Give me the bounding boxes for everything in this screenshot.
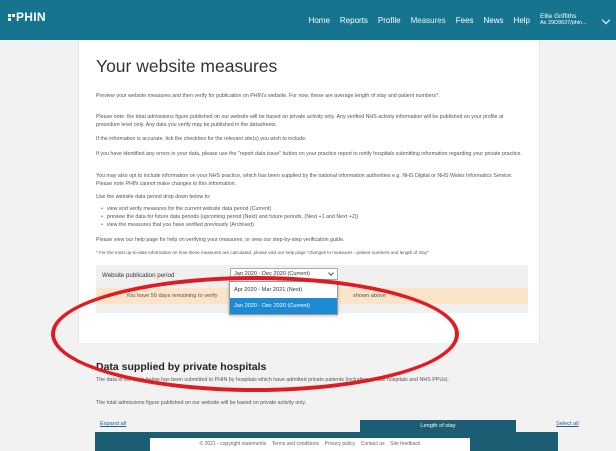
- phin-logo[interactable]: PHIN: [8, 11, 46, 23]
- nav-reports[interactable]: Reports: [340, 16, 368, 25]
- footer-feedback-link[interactable]: Site feedback: [390, 441, 420, 447]
- report-issue-paragraph: If you have identified any errors in you…: [96, 151, 522, 157]
- footer: © 2021 - copyright statements Terms and …: [150, 438, 470, 451]
- nhs-practice-paragraph: You may also opt to include information …: [96, 173, 513, 187]
- period-dropdown-menu: Apr 2020 - Mar 2021 (Next) Jan 2020 - De…: [229, 281, 338, 315]
- warning-suffix-text: shown above: [353, 293, 386, 299]
- nav-home[interactable]: Home: [309, 16, 330, 25]
- user-name: Ellie Griffiths: [540, 13, 577, 20]
- help-page-text[interactable]: Please view our help page for help on ve…: [96, 236, 526, 244]
- user-account-id: As 29D9637/phin...: [540, 20, 587, 26]
- length-of-stay-header: Length of stay: [360, 420, 516, 432]
- list-item: view the measures that you have verified…: [101, 221, 521, 229]
- nav-fees[interactable]: Fees: [456, 16, 474, 25]
- calculation-note[interactable]: * For the most up-to-date information on…: [96, 249, 526, 257]
- phin-logo-icon: [8, 14, 15, 23]
- select-all-link[interactable]: Select all: [556, 421, 579, 427]
- selected-period: Jan 2020 - Dec 2020 (Current): [234, 271, 310, 277]
- page-title: Your website measures: [96, 56, 278, 76]
- nav-measures[interactable]: Measures: [411, 16, 446, 25]
- user-menu[interactable]: Ellie Griffiths As 29D9637/phin...: [540, 13, 587, 27]
- checkbox-instruction-paragraph: If the information is accurate, tick the…: [96, 136, 307, 142]
- period-option-next[interactable]: Apr 2020 - Mar 2021 (Next): [230, 282, 337, 298]
- expand-all-link[interactable]: Expand all: [100, 421, 126, 427]
- list-item: preview the data for future data periods…: [101, 213, 521, 221]
- private-hospitals-title: Data supplied by private hospitals: [96, 361, 267, 373]
- publication-period-select[interactable]: Jan 2020 - Dec 2020 (Current): [230, 268, 338, 280]
- footer-copyright[interactable]: © 2021 - copyright statements: [200, 441, 267, 447]
- main-nav: Home Reports Profile Measures Fees News …: [299, 0, 530, 40]
- nav-news[interactable]: News: [484, 16, 504, 25]
- admissions-note-paragraph: Please note: the total admissions figure…: [96, 114, 504, 128]
- nav-profile[interactable]: Profile: [378, 16, 401, 25]
- publication-period-label: Website publication period: [102, 272, 175, 279]
- private-activity-paragraph: The total admissions figure published on…: [96, 400, 307, 406]
- days-remaining-text: You have 50 days remaining to verify: [126, 293, 218, 299]
- chevron-down-icon: [328, 270, 334, 276]
- footer-privacy-link[interactable]: Privacy policy: [325, 441, 356, 447]
- dropdown-instruction-paragraph: Use the website data period drop down be…: [96, 194, 211, 200]
- list-item: view and verify measures for the current…: [101, 205, 521, 213]
- footer-contact-link[interactable]: Contact us: [361, 441, 385, 447]
- period-option-current[interactable]: Jan 2020 - Dec 2020 (Current): [230, 298, 337, 314]
- footer-terms-link[interactable]: Terms and conditions: [272, 441, 319, 447]
- period-bullet-list: view and verify measures for the current…: [101, 205, 521, 230]
- private-hospitals-paragraph: The data in the table below has been sub…: [96, 377, 450, 383]
- logo-text: PHIN: [16, 10, 46, 24]
- top-navigation-bar: PHIN Home Reports Profile Measures Fees …: [0, 0, 616, 40]
- chevron-down-icon[interactable]: [601, 15, 611, 25]
- nav-help[interactable]: Help: [514, 16, 530, 25]
- intro-paragraph: Preview your website measures and then v…: [96, 93, 440, 99]
